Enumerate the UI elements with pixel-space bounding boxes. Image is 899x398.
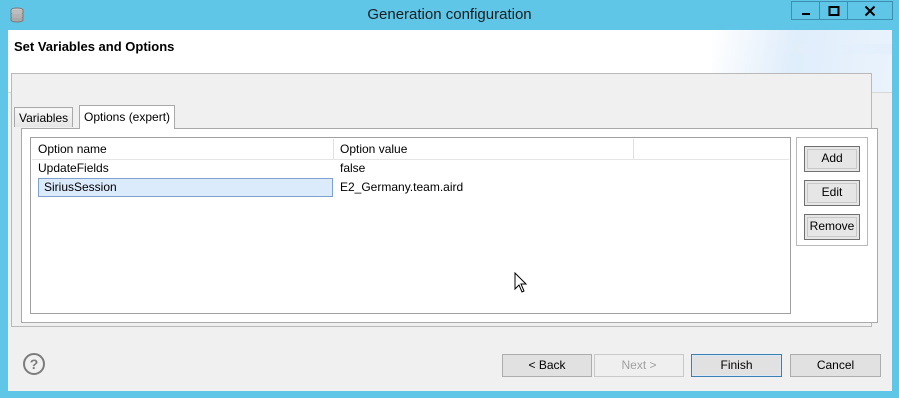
options-table[interactable]: Option name Option value UpdateFields fa… [30,137,791,314]
close-button[interactable] [847,1,893,20]
window-title: Generation configuration [367,6,532,23]
table-row-selected[interactable]: SiriusSession E2_Germany.team.aird [32,178,789,197]
finish-button[interactable]: Finish [691,354,782,377]
add-button[interactable]: Add [804,146,860,172]
maximize-button[interactable] [819,1,848,20]
back-button[interactable]: < Back [502,354,592,377]
table-header: Option name Option value [32,139,789,160]
remove-button[interactable]: Remove [804,214,860,240]
title-bar: Generation configuration [0,0,899,30]
close-icon [864,5,876,16]
page-title: Set Variables and Options [14,39,175,54]
tab-variables[interactable]: Variables [14,107,74,127]
help-icon[interactable]: ? [23,353,45,375]
mouse-cursor-icon [514,272,528,293]
table-actions: Add Edit Remove [796,137,868,246]
edit-button[interactable]: Edit [804,180,860,206]
table-row[interactable]: UpdateFields false [32,159,789,178]
column-header-option-name[interactable]: Option name [32,139,334,159]
option-value-cell[interactable]: false [334,159,634,178]
window-controls [791,1,893,21]
add-button-label: Add [821,151,843,165]
header-decoration-stripe [762,44,892,54]
minimize-button[interactable] [791,1,820,20]
column-header-empty[interactable] [634,139,791,159]
option-value-cell[interactable]: E2_Germany.team.aird [334,178,634,197]
option-name-cell[interactable]: SiriusSession [38,178,333,197]
next-button[interactable]: Next > [594,354,684,377]
maximize-icon [828,5,839,16]
minimize-icon [801,12,810,15]
column-header-option-value[interactable]: Option value [334,139,634,159]
cancel-button[interactable]: Cancel [790,354,881,377]
tab-options-expert[interactable]: Options (expert) [79,105,176,129]
remove-button-label: Remove [809,219,855,233]
option-name-cell[interactable]: UpdateFields [32,159,334,178]
edit-button-label: Edit [821,185,843,199]
